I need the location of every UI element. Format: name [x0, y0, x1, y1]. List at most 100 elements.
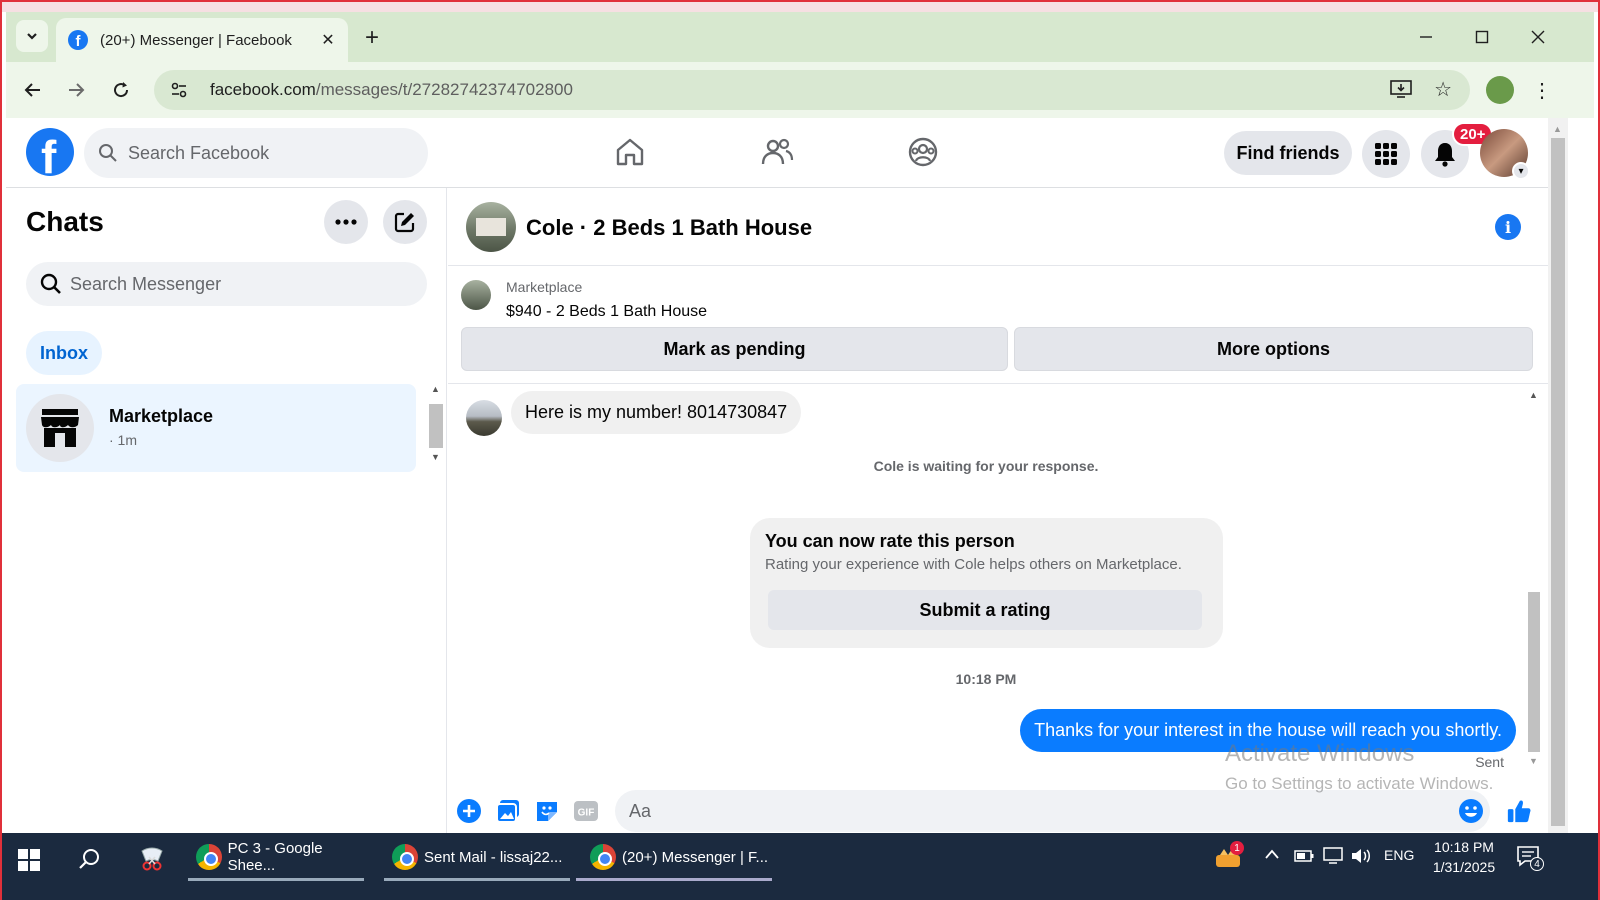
- url-text: facebook.com/messages/t/2728274237470280…: [210, 80, 573, 100]
- reload-icon: [114, 82, 129, 98]
- scrollbar-thumb[interactable]: [429, 404, 443, 448]
- messenger-search-input[interactable]: Search Messenger: [26, 262, 427, 306]
- taskbar-app-sheets[interactable]: PC 3 - Google Shee...: [188, 833, 372, 881]
- listing-thumbnail[interactable]: [461, 280, 491, 310]
- battery-icon[interactable]: [1294, 849, 1314, 868]
- sender-avatar[interactable]: [466, 400, 502, 436]
- chat-item-time: · 1m: [109, 432, 137, 448]
- svg-text:GIF: GIF: [578, 808, 595, 819]
- minimize-button[interactable]: [1406, 22, 1446, 52]
- address-bar[interactable]: facebook.com/messages/t/2728274237470280…: [154, 70, 1470, 110]
- language-indicator[interactable]: ENG: [1384, 847, 1414, 863]
- install-app-icon[interactable]: [1390, 79, 1412, 104]
- inbox-filter-chip[interactable]: Inbox: [26, 331, 102, 375]
- taskbar-app-label: Sent Mail - lissaj22...: [424, 848, 563, 866]
- listing-title[interactable]: $940 - 2 Beds 1 Bath House: [506, 303, 707, 321]
- close-window-button[interactable]: [1518, 22, 1558, 52]
- browser-tab-active[interactable]: f (20+) Messenger | Facebook ✕: [56, 18, 348, 62]
- taskbar-clock[interactable]: 10:18 PM 1/31/2025: [1428, 837, 1500, 877]
- scrollbar-thumb[interactable]: [1528, 592, 1540, 752]
- rating-card: You can now rate this person Rating your…: [750, 518, 1223, 648]
- friends-icon: [761, 138, 794, 165]
- network-icon[interactable]: [1322, 847, 1344, 870]
- reload-button[interactable]: [105, 74, 137, 106]
- conversation-avatar[interactable]: [466, 202, 516, 252]
- tab-search-button[interactable]: [16, 20, 48, 52]
- taskbar-search-icon[interactable]: [78, 847, 102, 871]
- home-icon: [616, 138, 644, 166]
- scroll-up-icon[interactable]: ▲: [1529, 390, 1538, 400]
- info-icon[interactable]: i: [1495, 214, 1521, 240]
- menu-grid-button[interactable]: [1362, 130, 1410, 178]
- taskbar-app-messenger[interactable]: (20+) Messenger | F...: [576, 833, 772, 881]
- message-input[interactable]: [615, 790, 1490, 832]
- facebook-header: f Search Facebook Find friends 20+ ▾: [6, 118, 1548, 188]
- thread-scrollbar[interactable]: ▲ ▼: [1526, 384, 1542, 776]
- nav-groups[interactable]: [903, 132, 943, 172]
- more-options-button[interactable]: More options: [1014, 327, 1533, 371]
- taskbar-app-mail[interactable]: Sent Mail - lissaj22...: [384, 833, 570, 881]
- facebook-search-input[interactable]: Search Facebook: [84, 128, 428, 178]
- chrome-icon: [590, 844, 616, 870]
- submit-rating-button[interactable]: Submit a rating: [768, 590, 1202, 630]
- more-actions-button[interactable]: [456, 798, 482, 824]
- nav-home[interactable]: [610, 132, 650, 172]
- scroll-down-icon[interactable]: ▼: [431, 452, 440, 462]
- tab-close-icon[interactable]: ✕: [318, 30, 338, 50]
- conversation-header: Cole · 2 Beds 1 Bath House i: [448, 188, 1548, 266]
- notification-center-icon[interactable]: 4: [1516, 845, 1544, 871]
- like-button[interactable]: [1506, 798, 1532, 824]
- conversation-title[interactable]: Cole · 2 Beds 1 Bath House: [526, 215, 812, 241]
- bookmark-star-icon[interactable]: ☆: [1434, 77, 1452, 102]
- maximize-button[interactable]: [1462, 22, 1502, 52]
- mark-as-pending-button[interactable]: Mark as pending: [461, 327, 1008, 371]
- new-message-button[interactable]: [383, 200, 427, 244]
- weather-tray-icon[interactable]: 1: [1214, 841, 1244, 871]
- more-horizontal-icon: [335, 219, 357, 225]
- emoji-icon: [1459, 799, 1483, 823]
- page-scrollbar[interactable]: ▲: [1548, 118, 1568, 833]
- chats-options-button[interactable]: [324, 200, 368, 244]
- chevron-down-icon: [27, 33, 37, 40]
- grid-menu-icon: [1375, 143, 1397, 165]
- listing-bar: Marketplace $940 - 2 Beds 1 Bath House M…: [448, 266, 1548, 384]
- browser-tab-bar: f (20+) Messenger | Facebook ✕ +: [6, 12, 1594, 62]
- chrome-icon: [392, 844, 418, 870]
- new-tab-button[interactable]: +: [358, 24, 386, 52]
- site-info-icon[interactable]: [166, 77, 192, 103]
- minimize-icon: [1420, 36, 1432, 38]
- incoming-message-bubble[interactable]: Here is my number! 8014730847: [511, 391, 802, 434]
- scrollbar-thumb[interactable]: [1551, 138, 1565, 826]
- emoji-button[interactable]: [1458, 798, 1484, 824]
- nav-friends[interactable]: [757, 132, 797, 172]
- snipping-tool-icon[interactable]: [138, 845, 166, 873]
- chat-list-scrollbar[interactable]: ▲ ▼: [427, 384, 445, 470]
- chat-list-item[interactable]: Marketplace · 1m: [16, 384, 416, 472]
- volume-icon[interactable]: [1350, 847, 1372, 870]
- search-icon: [40, 273, 61, 294]
- start-menu-icon[interactable]: [18, 849, 40, 871]
- back-button[interactable]: [17, 74, 49, 106]
- facebook-logo-icon[interactable]: f: [26, 128, 74, 176]
- gif-icon: GIF: [574, 801, 598, 821]
- browser-profile-avatar[interactable]: [1486, 76, 1514, 104]
- sticker-icon: [537, 802, 557, 821]
- message-timestamp: 10:18 PM: [955, 671, 1017, 687]
- show-hidden-icons[interactable]: [1264, 847, 1280, 863]
- chevron-down-icon[interactable]: ▾: [1512, 162, 1530, 180]
- activate-windows-watermark: Activate Windows Go to Settings to activ…: [1225, 740, 1493, 794]
- scroll-up-icon[interactable]: ▲: [431, 384, 440, 394]
- scroll-down-icon[interactable]: ▼: [1529, 756, 1538, 766]
- browser-toolbar: facebook.com/messages/t/2728274237470280…: [6, 62, 1594, 118]
- marketplace-avatar: [26, 394, 94, 462]
- sticker-button[interactable]: [534, 798, 560, 824]
- arrow-left-icon: [24, 83, 40, 97]
- url-path: /messages/t/27282742374702800: [315, 80, 573, 99]
- browser-menu-icon[interactable]: ⋮: [1532, 74, 1552, 106]
- gif-button[interactable]: GIF: [573, 798, 599, 824]
- scroll-up-icon[interactable]: ▲: [1553, 124, 1562, 134]
- forward-button[interactable]: [60, 74, 92, 106]
- find-friends-button[interactable]: Find friends: [1224, 131, 1352, 175]
- attach-media-button[interactable]: [495, 798, 521, 824]
- rating-card-subtitle: Rating your experience with Cole helps o…: [765, 556, 1182, 573]
